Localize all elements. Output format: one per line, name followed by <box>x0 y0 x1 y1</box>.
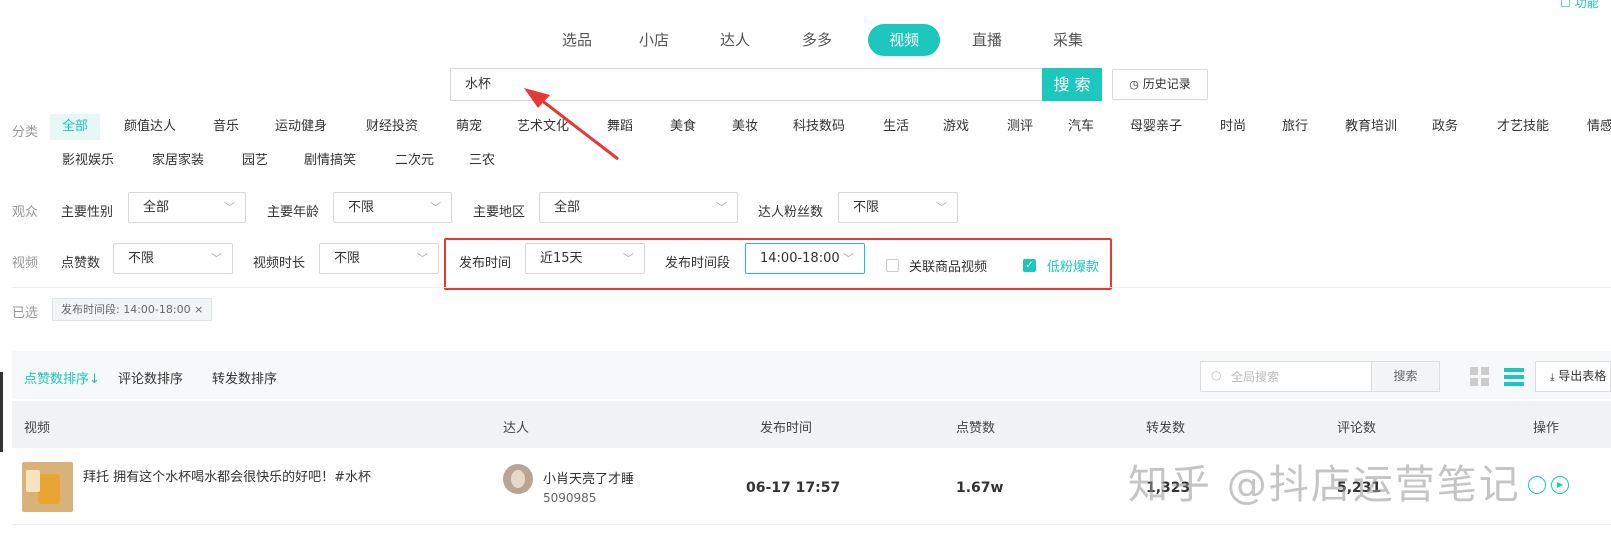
watermark: 知乎 @抖店运营笔记 <box>1128 462 1521 508</box>
